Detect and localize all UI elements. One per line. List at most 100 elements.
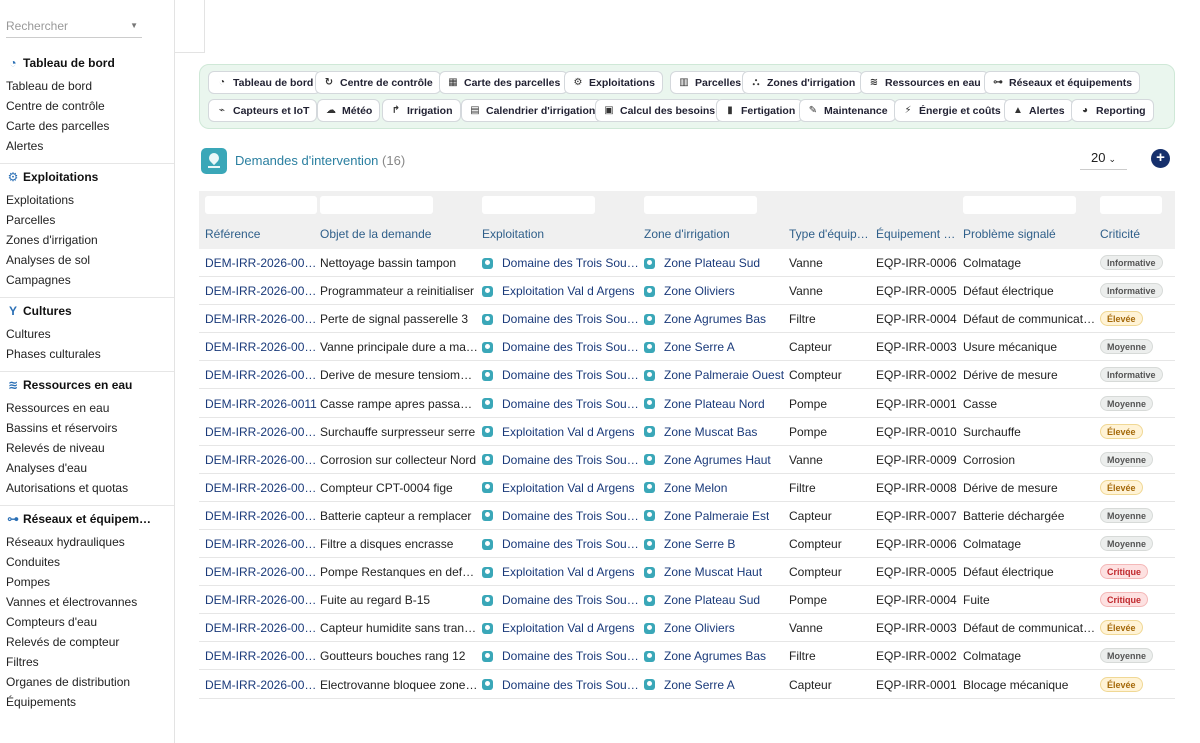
table-row[interactable]: DEM-IRR-2026-0010 Surchauffe surpresseur … — [199, 418, 1175, 446]
nav-pill-network[interactable]: ⊶ Réseaux et équipements — [984, 71, 1141, 94]
zone-link[interactable]: Zone Melon — [644, 474, 785, 502]
table-row[interactable]: DEM-IRR-2026-0003 Capteur humidite sans t… — [199, 614, 1175, 643]
reference-link[interactable]: DEM-IRR-2026-0012 — [205, 361, 317, 389]
nav-pill-calendar[interactable]: ▤ Calendrier d'irrigation — [461, 99, 604, 122]
sidebar-item[interactable]: Bassins et réservoirs — [6, 421, 117, 435]
sidebar-item[interactable]: Alertes — [6, 139, 43, 153]
reference-link[interactable]: DEM-IRR-2026-0015 — [205, 277, 317, 305]
nav-pill-weather[interactable]: ☁ Météo — [317, 99, 381, 122]
sidebar-item[interactable]: Équipements — [6, 695, 76, 709]
page-size-select[interactable]: 20 ⌄ — [1080, 148, 1127, 170]
table-row[interactable]: DEM-IRR-2026-0015 Programmateur a reiniti… — [199, 277, 1175, 306]
exploitation-link[interactable]: Domaine des Trois Sou… — [482, 586, 640, 614]
nav-pill-control[interactable]: ↻ Centre de contrôle — [315, 71, 441, 94]
reference-link[interactable]: DEM-IRR-2026-0002 — [205, 642, 317, 670]
table-row[interactable]: DEM-IRR-2026-0009 Corrosion sur collecteu… — [199, 446, 1175, 474]
chevron-down-icon[interactable]: ▼ — [130, 14, 138, 38]
zone-link[interactable]: Zone Serre A — [644, 333, 785, 361]
nav-pill-energy[interactable]: ⚡ Énergie et coûts — [894, 99, 1009, 122]
exploitation-link[interactable]: Domaine des Trois Sou… — [482, 361, 640, 389]
reference-link[interactable]: DEM-IRR-2026-0014 — [205, 305, 317, 333]
zone-link[interactable]: Zone Agrumes Bas — [644, 305, 785, 333]
zone-link[interactable]: Zone Serre A — [644, 671, 785, 699]
sidebar-item[interactable]: Conduites — [6, 555, 60, 569]
sidebar-item[interactable]: Vannes et électrovannes — [6, 595, 137, 609]
sidebar-item[interactable]: Tableau de bord — [6, 79, 92, 93]
column-header[interactable]: Référence — [205, 227, 317, 241]
sidebar-item[interactable]: Pompes — [6, 575, 50, 589]
table-row[interactable]: DEM-IRR-2026-0001 Electrovanne bloquee zo… — [199, 671, 1175, 699]
column-header[interactable]: Zone d'irrigation — [644, 227, 785, 241]
exploitation-link[interactable]: Exploitation Val d Argens — [482, 474, 640, 502]
nav-pill-chart[interactable]: ◕ Reporting — [1071, 99, 1154, 122]
exploitation-link[interactable]: Domaine des Trois Sou… — [482, 305, 640, 333]
column-header[interactable]: Équipement … — [876, 227, 960, 241]
column-filter-input[interactable] — [205, 196, 317, 214]
exploitation-link[interactable]: Exploitation Val d Argens — [482, 277, 640, 305]
nav-pill-irrigation[interactable]: ↱ Irrigation — [382, 99, 461, 122]
column-filter-input[interactable] — [644, 196, 757, 214]
table-row[interactable]: DEM-IRR-2026-0008 Compteur CPT-0004 fige E… — [199, 474, 1175, 502]
table-row[interactable]: DEM-IRR-2026-0004 Fuite au regard B-15 Dom… — [199, 586, 1175, 615]
reference-link[interactable]: DEM-IRR-2026-0010 — [205, 418, 317, 446]
sidebar-item[interactable]: Réseaux hydrauliques — [6, 535, 125, 549]
column-filter-input[interactable] — [320, 196, 433, 214]
sidebar-group-4[interactable]: ⊶ Réseaux et équipem… — [6, 512, 151, 526]
sidebar-item[interactable]: Analyses d'eau — [6, 461, 87, 475]
sidebar-item[interactable]: Carte des parcelles — [6, 119, 109, 133]
sidebar-item[interactable]: Exploitations — [6, 193, 74, 207]
zone-link[interactable]: Zone Palmeraie Ouest — [644, 361, 785, 389]
reference-link[interactable]: DEM-IRR-2026-0005 — [205, 558, 317, 586]
sidebar-item[interactable]: Filtres — [6, 655, 39, 669]
sidebar-item[interactable]: Compteurs d'eau — [6, 615, 97, 629]
sidebar-item[interactable]: Ressources en eau — [6, 401, 109, 415]
reference-link[interactable]: DEM-IRR-2026-0008 — [205, 474, 317, 502]
add-button[interactable]: + — [1151, 149, 1170, 168]
sidebar-item[interactable]: Parcelles — [6, 213, 55, 227]
table-row[interactable]: DEM-IRR-2026-0011 Casse rampe apres passa… — [199, 390, 1175, 418]
nav-pill-fertigation[interactable]: ▮ Fertigation — [716, 99, 804, 122]
column-filter-input[interactable] — [482, 196, 595, 214]
column-header[interactable]: Criticité — [1100, 227, 1170, 241]
zone-link[interactable]: Zone Palmeraie Est — [644, 502, 785, 530]
table-row[interactable]: DEM-IRR-2026-0013 Vanne principale dure a… — [199, 333, 1175, 362]
reference-link[interactable]: DEM-IRR-2026-0011 — [205, 390, 317, 418]
reference-link[interactable]: DEM-IRR-2026-0013 — [205, 333, 317, 361]
exploitation-link[interactable]: Domaine des Trois Sou… — [482, 333, 640, 361]
reference-link[interactable]: DEM-IRR-2026-0016 — [205, 249, 317, 277]
table-row[interactable]: DEM-IRR-2026-0005 Pompe Restanques en def… — [199, 558, 1175, 587]
exploitation-link[interactable]: Domaine des Trois Sou… — [482, 642, 640, 670]
sidebar-item[interactable]: Centre de contrôle — [6, 99, 105, 113]
column-header[interactable]: Problème signalé — [963, 227, 1097, 241]
sidebar-item[interactable]: Campagnes — [6, 273, 71, 287]
zone-link[interactable]: Zone Muscat Haut — [644, 558, 785, 586]
zone-link[interactable]: Zone Plateau Nord — [644, 390, 785, 418]
nav-pill-water[interactable]: ≋ Ressources en eau — [860, 71, 989, 94]
exploitation-link[interactable]: Domaine des Trois Sou… — [482, 530, 640, 558]
sidebar-item[interactable]: Phases culturales — [6, 347, 101, 361]
reference-link[interactable]: DEM-IRR-2026-0009 — [205, 446, 317, 474]
table-row[interactable]: DEM-IRR-2026-0012 Derive de mesure tensio… — [199, 361, 1175, 390]
zone-link[interactable]: Zone Agrumes Bas — [644, 642, 785, 670]
column-filter-input[interactable] — [1100, 196, 1162, 214]
sidebar-item[interactable]: Relevés de compteur — [6, 635, 119, 649]
sidebar-group-0[interactable]: ◔ Tableau de bord — [6, 56, 114, 70]
reference-link[interactable]: DEM-IRR-2026-0003 — [205, 614, 317, 642]
exploitation-link[interactable]: Exploitation Val d Argens — [482, 614, 640, 642]
zone-link[interactable]: Zone Oliviers — [644, 277, 785, 305]
nav-pill-dashboard[interactable]: ◔ Tableau de bord — [208, 71, 322, 94]
zone-link[interactable]: Zone Plateau Sud — [644, 249, 785, 277]
sidebar-group-1[interactable]: ⚙ Exploitations — [6, 170, 99, 184]
nav-pill-bell[interactable]: ▲ Alertes — [1004, 99, 1073, 122]
exploitation-link[interactable]: Exploitation Val d Argens — [482, 418, 640, 446]
sidebar-item[interactable]: Analyses de sol — [6, 253, 90, 267]
table-row[interactable]: DEM-IRR-2026-0014 Perte de signal passere… — [199, 305, 1175, 334]
nav-pill-wrench[interactable]: ✎ Maintenance — [799, 99, 896, 122]
sidebar-item[interactable]: Organes de distribution — [6, 675, 130, 689]
table-row[interactable]: DEM-IRR-2026-0006 Filtre a disques encras… — [199, 530, 1175, 558]
zone-link[interactable]: Zone Oliviers — [644, 614, 785, 642]
zone-link[interactable]: Zone Muscat Bas — [644, 418, 785, 446]
exploitation-link[interactable]: Exploitation Val d Argens — [482, 558, 640, 586]
reference-link[interactable]: DEM-IRR-2026-0001 — [205, 671, 317, 699]
nav-pill-calculator[interactable]: ▣ Calcul des besoins — [595, 99, 724, 122]
